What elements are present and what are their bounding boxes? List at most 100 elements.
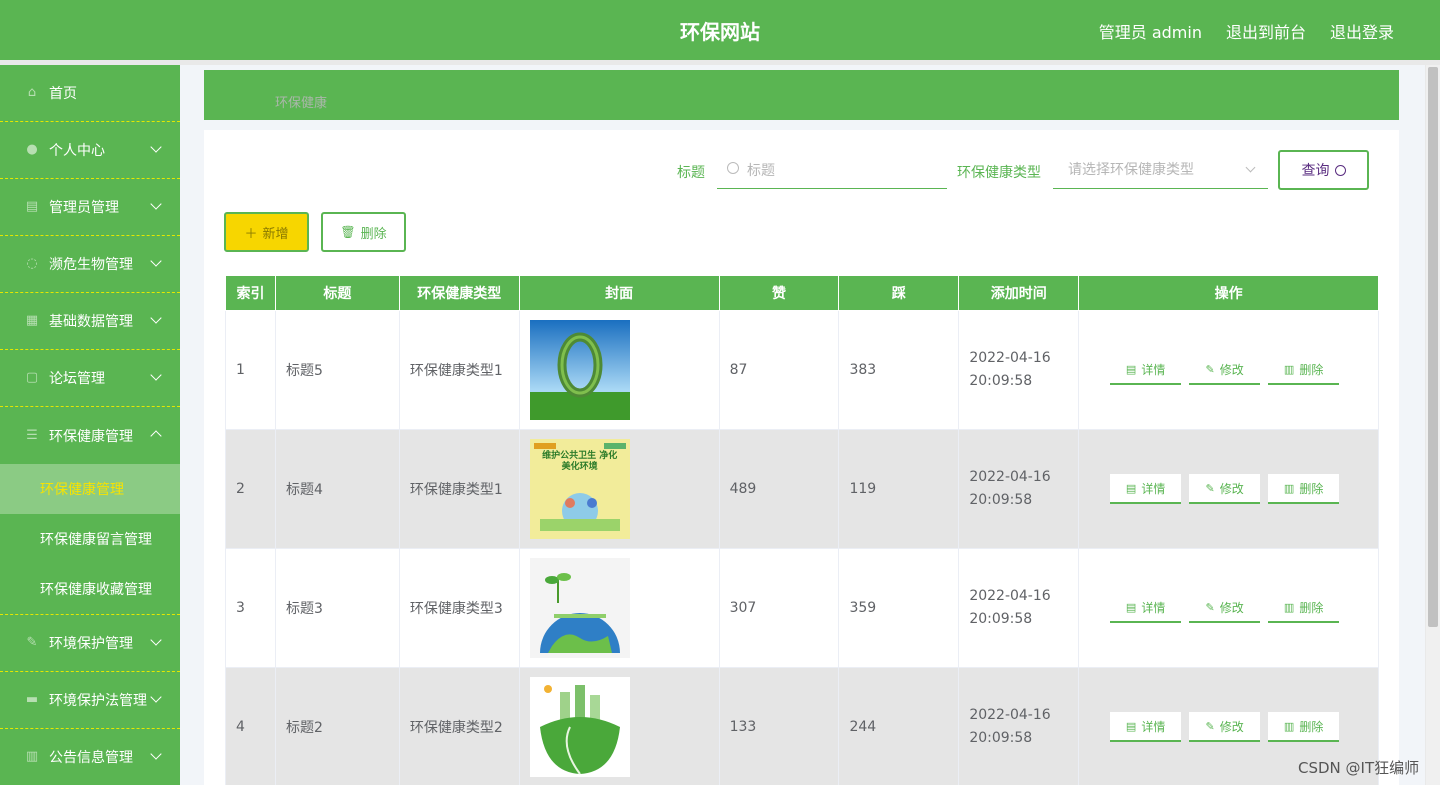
- col-cover[interactable]: 封面: [518, 275, 720, 311]
- health-table: 索引 标题 环保健康类型 封面 赞 踩 添加时间 操作 1 标题5 环保健康类型…: [225, 275, 1379, 785]
- sidebar-item-personal[interactable]: ● 个人中心: [0, 122, 180, 179]
- sidebar-item-creature[interactable]: ◌ 濒危生物管理: [0, 236, 180, 293]
- batch-delete-button[interactable]: 🗑 删除: [321, 212, 406, 252]
- detail-button[interactable]: ▤ 详情: [1110, 712, 1182, 742]
- cell-type: 环保健康类型1: [398, 429, 520, 549]
- sidebar-item-label: 濒危生物管理: [49, 257, 133, 273]
- page-scrollbar[interactable]: [1426, 65, 1440, 785]
- detail-button[interactable]: ▤ 详情: [1110, 355, 1182, 385]
- chevron-down-icon: [150, 198, 162, 210]
- edit-button[interactable]: ✎ 修改: [1189, 712, 1261, 742]
- col-type[interactable]: 环保健康类型: [398, 275, 520, 311]
- type-select-placeholder: 请选择环保健康类型: [1068, 162, 1194, 178]
- col-index[interactable]: 索引: [225, 275, 276, 311]
- batch-delete-label: 删除: [360, 226, 387, 242]
- cell-title: 标题2: [274, 667, 400, 785]
- sidebar-subitem-health-favorite[interactable]: 环保健康收藏管理: [0, 564, 180, 614]
- col-title[interactable]: 标题: [274, 275, 400, 311]
- detail-label: 详情: [1141, 600, 1166, 615]
- delete-button[interactable]: ▥ 删除: [1268, 593, 1340, 623]
- cell-title: 标题3: [274, 548, 400, 668]
- admin-icon: ▤: [25, 199, 39, 214]
- sidebar-item-basedata[interactable]: ▦ 基础数据管理: [0, 293, 180, 350]
- plus-icon: ＋: [244, 226, 258, 242]
- chevron-down-icon: [150, 634, 162, 646]
- creature-icon: ◌: [26, 256, 38, 271]
- pencil-icon: ✎: [1205, 362, 1215, 376]
- cell-likes: 307: [718, 548, 840, 668]
- delete-label: 删除: [1299, 719, 1324, 734]
- chevron-down-icon: [150, 141, 162, 153]
- edit-button[interactable]: ✎ 修改: [1189, 474, 1261, 504]
- search-icon: [1334, 164, 1346, 176]
- poster-text: 维护公共卫生 净化美化环境: [542, 451, 618, 472]
- chevron-up-icon: [150, 430, 162, 442]
- title-search-wrapper: [717, 151, 947, 189]
- query-button[interactable]: 查询: [1278, 150, 1369, 190]
- sidebar-item-label: 基础数据管理: [49, 314, 133, 330]
- trash-icon: ▥: [1283, 719, 1295, 733]
- cell-likes: 133: [718, 667, 840, 785]
- delete-button[interactable]: ▥ 删除: [1268, 474, 1340, 504]
- add-button-label: 新增: [262, 226, 289, 242]
- sidebar-item-forum[interactable]: ▢ 论坛管理: [0, 350, 180, 407]
- cell-cover: [518, 548, 720, 668]
- sidebar-item-admin[interactable]: ▤ 管理员管理: [0, 179, 180, 236]
- document-icon: ▤: [1125, 719, 1137, 733]
- sidebar-subitem-health-message[interactable]: 环保健康留言管理: [0, 514, 180, 564]
- cell-dislikes: 244: [838, 667, 960, 785]
- scrollbar-thumb[interactable]: [1428, 67, 1438, 627]
- edit-label: 修改: [1219, 719, 1244, 734]
- table-header-row: 索引 标题 环保健康类型 封面 赞 踩 添加时间 操作: [225, 275, 1379, 311]
- sidebar-item-health[interactable]: ☰ 环保健康管理: [0, 407, 180, 464]
- cover-image-poster[interactable]: 维护公共卫生 净化美化环境: [529, 439, 630, 539]
- sidebar-subitem-health-manage[interactable]: 环保健康管理: [0, 464, 180, 514]
- document-icon: ▤: [1125, 362, 1137, 376]
- cover-image-globe-leaf[interactable]: [529, 320, 630, 420]
- sidebar-item-env[interactable]: ✎ 环境保护管理: [0, 615, 180, 672]
- title-search-label: 标题: [677, 165, 705, 181]
- cell-index: 1: [225, 310, 276, 430]
- law-icon: ▬: [25, 692, 39, 707]
- cell-time: 2022-04-16 20:09:58: [958, 667, 1080, 785]
- detail-label: 详情: [1141, 481, 1166, 496]
- edit-button[interactable]: ✎ 修改: [1189, 593, 1261, 623]
- cover-image-green-city-leaf[interactable]: [529, 677, 630, 777]
- sidebar-item-home[interactable]: ⌂ 首页: [0, 65, 180, 122]
- cell-time: 2022-04-16 20:09:58: [958, 548, 1080, 668]
- edit-label: 修改: [1219, 362, 1244, 377]
- forum-icon: ▢: [25, 370, 39, 385]
- exit-to-front-link[interactable]: 退出到前台: [1226, 19, 1306, 43]
- user-icon: ●: [26, 142, 38, 157]
- document-icon: ▤: [1125, 481, 1137, 495]
- sidebar-item-law[interactable]: ▬ 环境保护法管理: [0, 672, 180, 729]
- delete-button[interactable]: ▥ 删除: [1268, 712, 1340, 742]
- add-button[interactable]: ＋ 新增: [224, 212, 309, 252]
- table-row: 1 标题5 环保健康类型1 87 383 2022-04-16 20:09:58…: [225, 310, 1379, 430]
- edit-label: 修改: [1219, 481, 1244, 496]
- col-likes[interactable]: 赞: [718, 275, 840, 311]
- detail-button[interactable]: ▤ 详情: [1110, 474, 1182, 504]
- table-row: 4 标题2 环保健康类型2 133 244 2022-04-16 20:09:5…: [225, 667, 1379, 785]
- admin-user-label[interactable]: 管理员 admin: [1099, 19, 1202, 43]
- sidebar-item-notice[interactable]: ▥ 公告信息管理: [0, 729, 180, 785]
- delete-button[interactable]: ▥ 删除: [1268, 355, 1340, 385]
- sidebar-item-label: 环保健康管理: [49, 428, 133, 445]
- health-icon: ☰: [26, 427, 38, 443]
- pencil-icon: ✎: [1205, 600, 1215, 614]
- delete-label: 删除: [1299, 600, 1324, 615]
- watermark: CSDN @IT狂编师: [1298, 759, 1420, 777]
- col-dislikes[interactable]: 踩: [838, 275, 960, 311]
- cover-image-earth-sprout[interactable]: [529, 558, 630, 658]
- chevron-down-icon: [1245, 162, 1256, 173]
- logout-link[interactable]: 退出登录: [1330, 19, 1394, 43]
- type-select[interactable]: 请选择环保健康类型: [1053, 151, 1268, 189]
- col-time[interactable]: 添加时间: [958, 275, 1080, 311]
- edit-button[interactable]: ✎ 修改: [1189, 355, 1261, 385]
- cell-type: 环保健康类型3: [398, 548, 520, 668]
- cell-index: 4: [225, 667, 276, 785]
- detail-button[interactable]: ▤ 详情: [1110, 593, 1182, 623]
- cell-ops: ▤ 详情 ✎ 修改 ▥ 删除: [1078, 310, 1379, 430]
- title-search-input[interactable]: [717, 151, 947, 189]
- sidebar: ⌂ 首页 ● 个人中心 ▤ 管理员管理 ◌ 濒危生物管理 ▦ 基础数据管理 ▢ …: [0, 65, 180, 785]
